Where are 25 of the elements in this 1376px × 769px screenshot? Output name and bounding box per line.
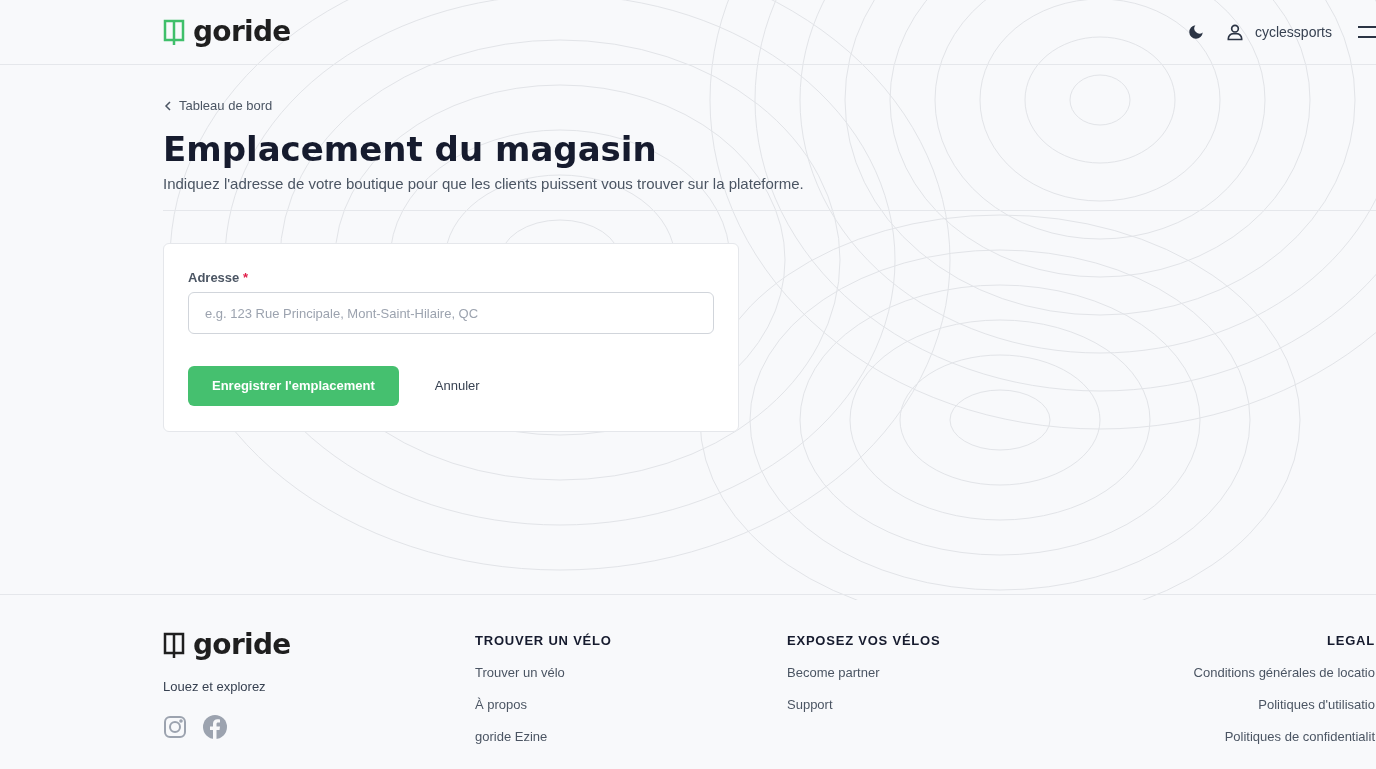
back-link[interactable]: Tableau de bord — [163, 98, 1376, 114]
footer-link[interactable]: À propos — [475, 695, 528, 715]
footer-heading: LEGAL — [1327, 632, 1375, 650]
username[interactable]: cyclessports — [1254, 21, 1332, 43]
page-subtitle: Indiquez l'adresse de votre boutique pour que les clients puissent vous trouver sur la plateforme. — [163, 174, 805, 194]
footer-link[interactable]: Conditions générales de locatio — [1193, 663, 1375, 683]
page-title: Emplacement du magasin — [163, 128, 658, 171]
footer-link[interactable]: Politiques d'utilisatio — [1258, 695, 1375, 715]
footer-link[interactable]: Trouver un vélo — [475, 663, 565, 683]
footer-link[interactable]: goride Ezine — [475, 727, 548, 747]
book-icon — [163, 631, 185, 659]
moon-icon[interactable] — [1186, 23, 1205, 41]
logo-text: goride — [193, 18, 291, 46]
cancel-button[interactable]: Annuler — [434, 376, 480, 396]
logo-text: goride — [193, 631, 291, 659]
footer-link[interactable]: Become partner — [787, 663, 880, 683]
book-icon — [163, 18, 185, 46]
footer-heading: EXPOSEZ VOS VÉLOS — [787, 632, 941, 650]
footer-heading: TROUVER UN VÉLO — [475, 632, 612, 650]
footer-link[interactable]: Support — [787, 695, 833, 715]
footer-link[interactable]: Politiques de confidentialit — [1224, 727, 1375, 747]
field-label: Adresse * — [188, 270, 249, 286]
footer-tagline: Louez et explorez — [163, 678, 267, 696]
chevron-left-icon — [163, 101, 173, 111]
address-input[interactable]: e.g. 123 Rue Principale, Mont-Saint-Hilaire, QC — [188, 292, 714, 334]
